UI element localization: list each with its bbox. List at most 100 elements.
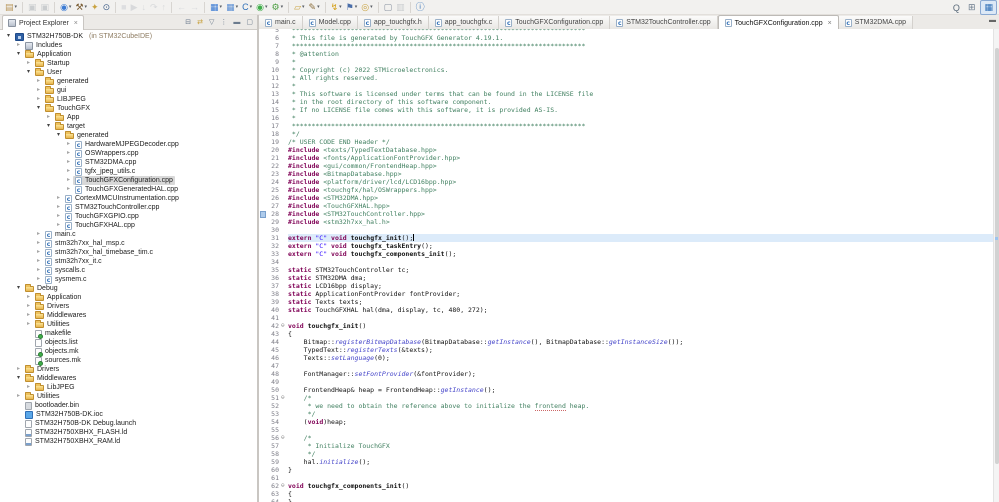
expander-icon[interactable]: ▸: [54, 203, 63, 212]
code-line[interactable]: 25 #include <touchgfx/hal/OSWrappers.hpp>: [259, 186, 993, 194]
minimize-view-button[interactable]: ▬: [231, 16, 242, 29]
code-line[interactable]: 27 #include <TouchGFXHAL.hpp>: [259, 202, 993, 210]
code-line[interactable]: 30: [259, 226, 993, 234]
code-line[interactable]: 49: [259, 378, 993, 386]
tree-item[interactable]: ▸ Drivers: [0, 365, 257, 374]
cpp-perspective-button[interactable]: ▦: [980, 0, 997, 15]
tree-item[interactable]: ▾ Application: [0, 50, 257, 59]
expander-icon[interactable]: ▾: [44, 122, 53, 131]
code-line[interactable]: 57 * Initialize TouchGFX: [259, 442, 993, 450]
expander-icon[interactable]: ▸: [34, 77, 43, 86]
tree-item[interactable]: STM32H750B-DK Debug.launch: [0, 419, 257, 428]
editor-tab[interactable]: c app_touchgfx.h: [357, 16, 429, 29]
tree-item[interactable]: sources.mk: [0, 356, 257, 366]
tree-item[interactable]: ▾ target: [0, 122, 257, 131]
tree-item[interactable]: ▸ c HardwareMJPEGDecoder.cpp: [0, 140, 257, 149]
editor-tab[interactable]: c TouchGFXConfiguration.cpp: [499, 16, 611, 29]
fold-collapse-icon[interactable]: ⊖: [281, 482, 288, 490]
expander-icon[interactable]: ▸: [24, 59, 33, 68]
tree-item[interactable]: ▸ Middlewares: [0, 311, 257, 320]
code-line[interactable]: 44 Bitmap::registerBitmapDatabase(Bitmap…: [259, 338, 993, 346]
tree-item[interactable]: ▸ Utilities: [0, 392, 257, 401]
code-line[interactable]: 19 /* USER CODE END Header */: [259, 138, 993, 146]
code-line[interactable]: 13 * This software is licensed under ter…: [259, 90, 993, 98]
pin-editor-button[interactable]: ▥: [394, 1, 407, 14]
code-line[interactable]: 39 static Texts texts;: [259, 298, 993, 306]
info-button[interactable]: ⓘ: [414, 1, 427, 14]
expander-icon[interactable]: ▸: [24, 320, 33, 329]
code-line[interactable]: 64}: [259, 498, 993, 502]
step-return-button[interactable]: ↑: [160, 1, 169, 14]
code-line[interactable]: 31 extern "C" void touchgfx_init();: [259, 234, 993, 242]
expander-icon[interactable]: ▸: [34, 248, 43, 257]
expander-icon[interactable]: ▸: [34, 266, 43, 275]
code-line[interactable]: 46 Texts::setLanguage(0);: [259, 354, 993, 362]
tree-item[interactable]: ▸ c tgfx_jpeg_utils.c: [0, 167, 257, 176]
editor-tab[interactable]: c app_touchgfx.c: [428, 16, 500, 29]
tree-item[interactable]: ▸ c OSWrappers.cpp: [0, 149, 257, 158]
code-line[interactable]: 53 */: [259, 410, 993, 418]
code-line[interactable]: 12 *: [259, 82, 993, 90]
code-line[interactable]: 15 * If no LICENSE file comes with this …: [259, 106, 993, 114]
code-line[interactable]: 33 extern "C" void touchgfx_components_in…: [259, 250, 993, 258]
tree-item[interactable]: ▸ c STM32DMA.cpp: [0, 158, 257, 167]
tree-item[interactable]: ▸ Startup: [0, 59, 257, 68]
open-perspective-button[interactable]: ⊞: [965, 1, 979, 14]
expander-icon[interactable]: ▾: [4, 32, 13, 41]
tree-item[interactable]: ▸ c TouchGFXConfiguration.cpp: [0, 176, 257, 185]
close-view-icon[interactable]: ×: [74, 20, 78, 27]
expander-icon[interactable]: ▸: [64, 140, 73, 149]
expander-icon[interactable]: ▸: [24, 311, 33, 320]
tree-item[interactable]: objects.list: [0, 338, 257, 347]
code-line[interactable]: 55: [259, 426, 993, 434]
expander-icon[interactable]: ▸: [54, 221, 63, 230]
expander-icon[interactable]: ▸: [34, 230, 43, 239]
expander-icon[interactable]: ▸: [24, 383, 33, 392]
code-line[interactable]: 45 TypedText::registerTexts(&texts);: [259, 346, 993, 354]
code-line[interactable]: 40 static TouchGFXHAL hal(dma, display, t…: [259, 306, 993, 314]
tree-item[interactable]: ▸ c CortexMMCUInstrumentation.cpp: [0, 194, 257, 203]
quick-access-button[interactable]: Q: [950, 1, 963, 14]
resume-button[interactable]: ▶: [129, 1, 140, 14]
fold-collapse-icon[interactable]: ⊖: [281, 434, 288, 442]
expander-icon[interactable]: ▾: [14, 284, 23, 293]
tree-item[interactable]: ▸ LIBJPEG: [0, 95, 257, 104]
launch-config-button[interactable]: ◉ ▾: [58, 1, 73, 14]
step-into-button[interactable]: ↓: [139, 1, 148, 14]
filter-button[interactable]: ▽: [207, 16, 216, 29]
annotate-button[interactable]: ✎ ▾: [307, 1, 322, 14]
code-line[interactable]: 17 *************************************…: [259, 122, 993, 130]
target-flag-button[interactable]: ⚑ ▾: [344, 1, 360, 14]
tree-item[interactable]: makefile: [0, 329, 257, 339]
code-editor[interactable]: 5 **************************************…: [259, 29, 993, 502]
new-c-cpp-project-button[interactable]: C ▾: [240, 1, 254, 14]
code-line[interactable]: 32 extern "C" void touchgfx_taskEntry();: [259, 242, 993, 250]
tree-item[interactable]: ▸ c stm32h7xx_hal_msp.c: [0, 239, 257, 248]
tree-item[interactable]: ▾ Middlewares: [0, 374, 257, 383]
tree-item[interactable]: ▸ c TouchGFXGPIO.cpp: [0, 212, 257, 221]
tree-item[interactable]: ▸ Application: [0, 293, 257, 302]
tree-item[interactable]: STM32H750XBHX_RAM.ld: [0, 437, 257, 446]
expander-icon[interactable]: ▸: [24, 302, 33, 311]
software-packs-button[interactable]: ▦ ▾: [224, 1, 240, 14]
scrollbar-thumb[interactable]: [995, 47, 999, 465]
search-button[interactable]: ⊙: [101, 1, 113, 14]
tree-item[interactable]: ▸ generated: [0, 77, 257, 86]
tree-item[interactable]: ▾ TouchGFX: [0, 104, 257, 113]
editor-scrollbar[interactable]: [993, 29, 999, 502]
code-line[interactable]: 61: [259, 474, 993, 482]
editor-tab[interactable]: c STM32DMA.cpp: [838, 16, 914, 29]
code-line[interactable]: 10 * Copyright (c) 2022 STMicroelectroni…: [259, 66, 993, 74]
back-button[interactable]: ←: [175, 1, 188, 14]
expander-icon[interactable]: ▸: [44, 113, 53, 122]
close-tab-icon[interactable]: ×: [828, 20, 832, 27]
code-line[interactable]: 28 #include <STM32TouchController.hpp>: [259, 210, 993, 218]
expander-icon[interactable]: ▸: [14, 392, 23, 401]
build-button[interactable]: ⚒ ▾: [73, 1, 89, 14]
tree-item[interactable]: ▸ c STM32TouchController.cpp: [0, 203, 257, 212]
code-line[interactable]: 47: [259, 362, 993, 370]
tree-item[interactable]: ▸ c main.c: [0, 230, 257, 239]
editor-tab[interactable]: c STM32TouchController.cpp: [610, 16, 718, 29]
maximize-view-button[interactable]: ▢: [244, 16, 255, 29]
code-line[interactable]: 14 * in the root directory of this softw…: [259, 98, 993, 106]
